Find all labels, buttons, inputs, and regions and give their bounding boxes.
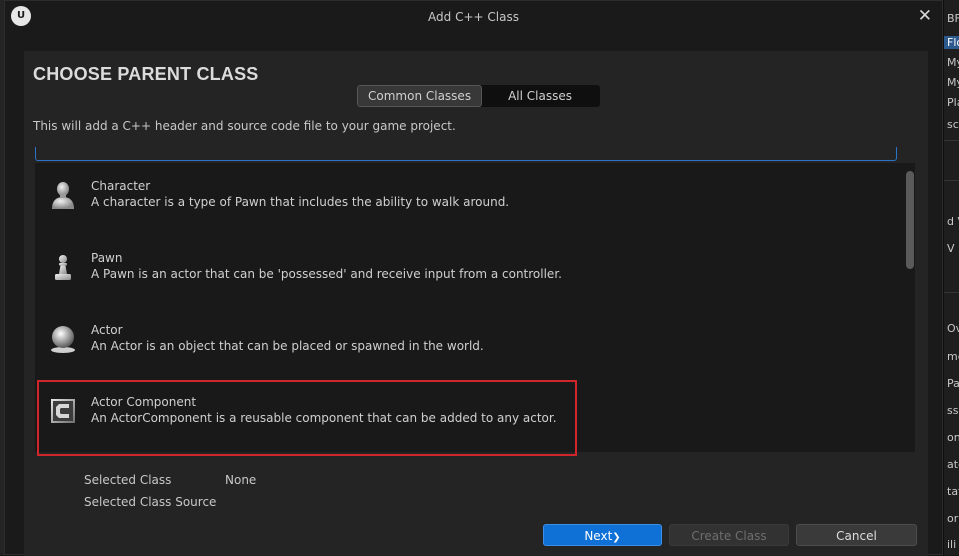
panel-description: This will add a C++ header and source co… (33, 119, 456, 133)
background-panel-item: Pla (947, 96, 959, 109)
class-item-character[interactable]: Character A character is a type of Pawn … (35, 163, 900, 235)
class-item-actor[interactable]: Actor An Actor is an object that can be … (35, 307, 900, 379)
list-scrollbar[interactable] (906, 171, 914, 269)
tab-common-classes[interactable]: Common Classes (357, 85, 483, 107)
background-panel-item: Pav (947, 377, 959, 390)
class-description: An ActorComponent is a reusable componen… (91, 411, 557, 425)
class-filter-tabs: Common Classes All Classes (357, 85, 600, 107)
selected-class-source-label: Selected Class Source (84, 495, 217, 509)
class-list: Character A character is a type of Pawn … (35, 163, 915, 452)
background-panel-item: or C (947, 512, 959, 525)
background-panel-item: ont (947, 431, 959, 444)
background-panel-item: My (947, 76, 959, 89)
dialog-title: Add C++ Class (428, 10, 519, 24)
title-bar[interactable]: U Add C++ Class ✕ (5, 1, 942, 34)
background-panel-item: ate (947, 458, 959, 471)
selected-class-value: None (225, 473, 257, 487)
selected-class-label: Selected Class (84, 473, 172, 487)
next-label: Next (584, 529, 613, 543)
class-name: Character (91, 179, 151, 193)
class-description: A Pawn is an actor that can be 'possesse… (91, 267, 562, 281)
pawn-icon (55, 255, 71, 280)
page-title: CHOOSE PARENT CLASS (33, 64, 259, 84)
class-item-pawn[interactable]: Pawn A Pawn is an actor that can be 'pos… (35, 235, 900, 307)
chevron-right-icon: ❯ (612, 532, 621, 543)
background-panel-item: BF (947, 12, 959, 25)
background-panel-item: ili (947, 538, 957, 551)
component-icon (51, 399, 75, 423)
background-panel-item: me (947, 350, 959, 363)
background-panel-item: d V (947, 215, 959, 228)
close-icon[interactable]: ✕ (918, 6, 932, 26)
background-panel-item: sc (947, 118, 959, 131)
class-name: Pawn (91, 251, 123, 265)
tab-all-classes[interactable]: All Classes (482, 85, 600, 107)
class-name: Actor (91, 323, 123, 337)
create-class-button[interactable]: Create Class (669, 524, 789, 546)
background-panel-item: ss (947, 404, 959, 417)
cancel-button[interactable]: Cancel (796, 524, 917, 546)
choose-parent-class-panel: CHOOSE PARENT CLASS Common Classes All C… (24, 51, 928, 556)
add-cpp-class-dialog: U Add C++ Class ✕ CHOOSE PARENT CLASS Co… (4, 0, 943, 556)
background-panel-item: Ov (947, 322, 959, 335)
background-panel-item: tat (947, 485, 959, 498)
class-item-actor-component[interactable]: Actor Component An ActorComponent is a r… (35, 379, 900, 451)
search-box[interactable] (35, 147, 897, 161)
class-description: An Actor is an object that can be placed… (91, 339, 484, 353)
character-icon (52, 182, 74, 209)
class-name: Actor Component (91, 395, 197, 409)
actor-icon (51, 326, 75, 353)
next-button[interactable]: Next❯ (543, 524, 662, 546)
background-panel-item: My (947, 56, 959, 69)
background-panel-item: Flo (944, 36, 959, 49)
background-panel-item: V (947, 242, 955, 255)
class-description: A character is a type of Pawn that inclu… (91, 195, 510, 209)
background-editor-panel: BF Flo My My Pla sc d V V Ov me Pav ss o… (943, 0, 959, 555)
